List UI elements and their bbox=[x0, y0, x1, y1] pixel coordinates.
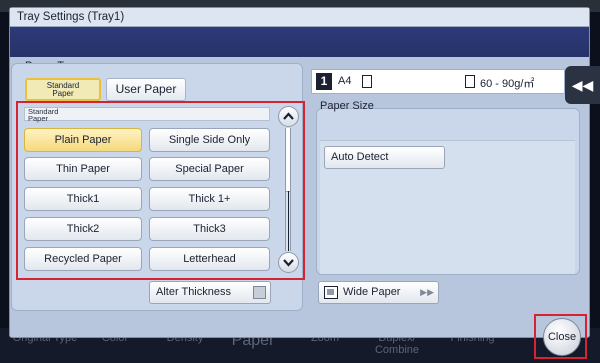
wide-paper-button[interactable]: Wide Paper ▶▶ bbox=[318, 281, 439, 304]
close-button[interactable]: Close bbox=[543, 318, 581, 356]
alter-thickness-checkbox[interactable] bbox=[253, 286, 266, 299]
tab-standard-paper[interactable]: Standard Paper bbox=[25, 78, 101, 101]
wide-paper-icon bbox=[324, 286, 338, 299]
paper-weight-icon bbox=[465, 75, 475, 88]
tab-user-paper[interactable]: User Paper bbox=[106, 78, 186, 101]
tab-standard-paper-label: Standard Paper bbox=[46, 81, 80, 98]
title-bar: Tray Settings (Tray1) bbox=[10, 8, 589, 27]
tray-number-badge: 1 bbox=[316, 73, 332, 90]
alter-thickness-button[interactable]: Alter Thickness bbox=[149, 281, 271, 304]
paper-type-highlight-frame bbox=[16, 101, 305, 280]
auto-detect-button[interactable]: Auto Detect bbox=[324, 146, 445, 169]
bg-func-paper: Paper bbox=[231, 332, 275, 349]
paper-size-label: Paper Size bbox=[320, 100, 374, 112]
tray-status-bar: 1 A4 60 - 90g/㎡ bbox=[311, 69, 565, 94]
tab-user-paper-label: User Paper bbox=[115, 82, 177, 96]
double-chevron-left-icon: ◀◀ bbox=[571, 77, 594, 93]
wide-paper-label: Wide Paper bbox=[343, 286, 401, 298]
double-chevron-right-icon: ▶▶ bbox=[420, 287, 434, 297]
paper-weight-value: 60 - 90g/㎡ bbox=[480, 78, 535, 90]
paper-orientation-icon bbox=[362, 75, 372, 88]
dialog-title: Tray Settings (Tray1) bbox=[17, 11, 125, 23]
paper-size-value: A4 bbox=[338, 75, 352, 87]
header-band bbox=[10, 27, 589, 57]
alter-thickness-label: Alter Thickness bbox=[156, 286, 231, 298]
collapse-panel-button[interactable]: ◀◀ bbox=[565, 66, 600, 104]
